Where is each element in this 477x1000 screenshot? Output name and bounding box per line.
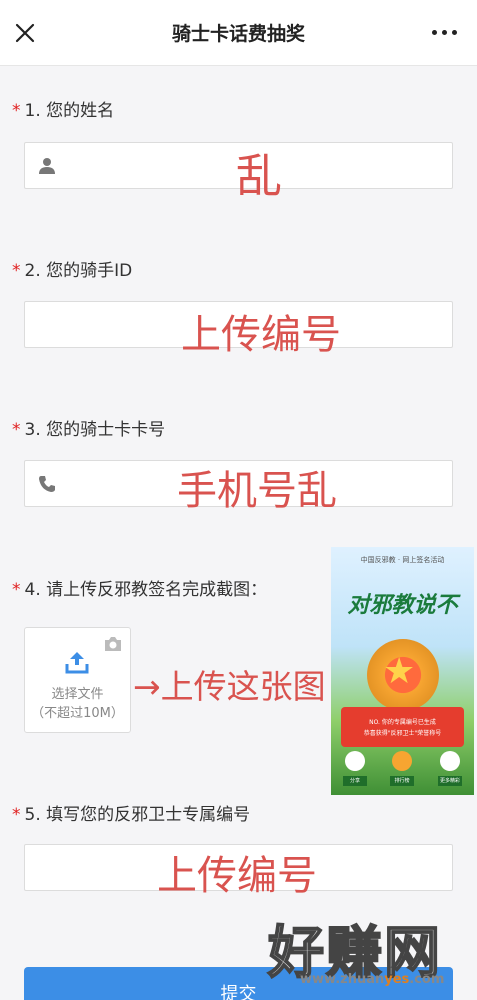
question-1-label: * 1. 您的姓名 xyxy=(12,101,115,121)
file-upload-button[interactable]: 选择文件 （不超过10M） xyxy=(24,627,131,733)
guardian-number-input[interactable] xyxy=(24,844,453,891)
nav-header: 骑士卡话费抽奖 xyxy=(0,0,477,66)
rider-id-input[interactable] xyxy=(24,301,453,348)
example-screenshot-image: 中国反邪教 · 网上签名活动 对邪教说不 ★ NO. 你的专属编号已生成 恭喜获… xyxy=(331,547,474,795)
share-icon xyxy=(345,751,365,771)
card-number-input[interactable] xyxy=(24,460,453,507)
star-icon: ★ xyxy=(383,651,416,692)
poster-ribbon xyxy=(341,707,464,747)
question-2-label: * 2. 您的骑手ID xyxy=(12,261,133,281)
close-icon[interactable] xyxy=(12,20,38,46)
upload-label: 选择文件 xyxy=(51,687,104,702)
upload-size-limit: （不超过10M） xyxy=(31,706,124,721)
upload-icon xyxy=(65,650,89,678)
name-input[interactable] xyxy=(24,142,453,189)
more-icon xyxy=(440,751,460,771)
rank-icon xyxy=(392,751,412,771)
question-3-label: * 3. 您的骑士卡卡号 xyxy=(12,420,166,440)
annotation-upload: →上传这张图 xyxy=(133,667,326,706)
site-watermark: 好赚网 www.zhuanyes.com xyxy=(267,920,445,987)
question-4-label: * 4. 请上传反邪教签名完成截图： xyxy=(12,580,268,600)
page-title: 骑士卡话费抽奖 xyxy=(171,23,305,45)
person-icon xyxy=(37,156,57,176)
question-5-label: * 5. 填写您的反邪卫士专属编号 xyxy=(12,805,251,825)
camera-icon xyxy=(104,636,122,656)
poster-title: 对邪教说不 xyxy=(347,593,458,618)
phone-icon xyxy=(37,474,57,494)
more-options-icon[interactable] xyxy=(432,30,457,35)
